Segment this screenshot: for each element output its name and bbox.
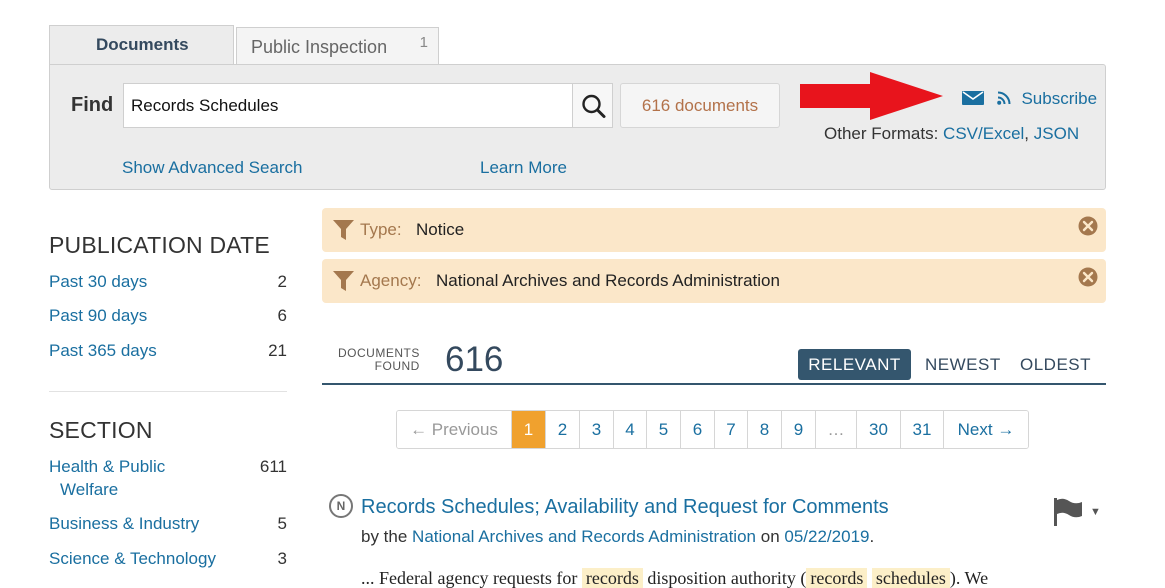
documents-found-count: 616 (445, 340, 504, 379)
envelope-icon (962, 91, 984, 105)
filter-funnel-icon (333, 220, 354, 240)
search-input[interactable] (123, 83, 573, 128)
result-agency-link[interactable]: National Archives and Records Administra… (412, 527, 756, 546)
pagination-page[interactable]: 8 (748, 411, 782, 448)
filter-value: Notice (416, 220, 465, 239)
documents-found-label: DOCUMENTS FOUND (338, 346, 420, 373)
other-formats-label: Other Formats: (824, 124, 939, 143)
pubdate-label: Past 30 days (49, 272, 148, 291)
pagination-ellipsis: … (816, 411, 857, 448)
sidebar-divider (49, 391, 287, 392)
pubdate-label: Past 90 days (49, 306, 148, 325)
filter-funnel-icon (333, 271, 354, 291)
caret-down-icon[interactable]: ▼ (1090, 506, 1101, 518)
show-advanced-search-link[interactable]: Show Advanced Search (122, 158, 303, 178)
publication-date-heading: PUBLICATION DATE (49, 232, 270, 258)
other-formats: Other Formats: CSV/Excel, JSON (824, 124, 1080, 143)
section-label: Health & Public (49, 457, 166, 476)
section-count: 3 (277, 549, 287, 568)
pagination-page[interactable]: 31 (901, 411, 944, 448)
pagination-page[interactable]: 4 (614, 411, 647, 448)
remove-filter-icon[interactable] (1078, 216, 1098, 236)
section-count: 5 (277, 514, 287, 533)
learn-more-link[interactable]: Learn More (480, 158, 567, 178)
sort-oldest-link[interactable]: OLDEST (1020, 355, 1091, 375)
result-byline: by the National Archives and Records Adm… (361, 527, 875, 546)
filter-key: Agency: (360, 271, 422, 290)
tab-documents[interactable]: Documents (49, 25, 234, 65)
red-arrow-annotation (800, 72, 943, 120)
document-count-button[interactable]: 616 documents (620, 83, 780, 128)
pagination-page[interactable]: 6 (681, 411, 715, 448)
filter-value: National Archives and Records Administra… (436, 271, 780, 290)
section-label-line2: Welfare (60, 480, 119, 499)
sort-relevant-button[interactable]: RELEVANT (798, 349, 911, 380)
remove-filter-icon[interactable] (1078, 267, 1098, 287)
tab-public-inspection-count: 1 (419, 34, 428, 51)
filter-key: Type: (360, 220, 402, 239)
sort-newest-link[interactable]: NEWEST (925, 355, 1001, 375)
pagination-page[interactable]: 7 (715, 411, 748, 448)
section-item-science[interactable]: Science & Technology 3 (49, 549, 287, 569)
result-title-link[interactable]: Records Schedules; Availability and Requ… (361, 496, 889, 519)
pubdate-count: 6 (277, 306, 287, 325)
pagination-page[interactable]: 9 (782, 411, 816, 448)
pagination-previous[interactable]: ← Previous (397, 411, 512, 448)
tab-public-inspection-label: Public Inspection (251, 37, 388, 57)
pagination-page[interactable]: 1 (512, 411, 546, 448)
search-button[interactable] (572, 83, 613, 128)
results-header-rule (322, 383, 1106, 385)
pubdate-count: 21 (268, 341, 287, 360)
result-excerpt: ... Federal agency requests for records … (361, 568, 989, 588)
section-item-business[interactable]: Business & Industry 5 (49, 514, 287, 534)
subscribe-label: Subscribe (1021, 89, 1098, 108)
pubdate-item-past-365[interactable]: Past 365 days 21 (49, 341, 287, 361)
section-label: Business & Industry (49, 514, 200, 533)
rss-icon (996, 91, 1011, 105)
filter-type: Type: Notice (322, 208, 1106, 252)
section-label: Science & Technology (49, 549, 216, 568)
pagination-page[interactable]: 5 (647, 411, 681, 448)
flag-icon[interactable] (1052, 497, 1084, 527)
pubdate-item-past-90[interactable]: Past 90 days 6 (49, 306, 287, 326)
tab-public-inspection[interactable]: Public Inspection 1 (236, 27, 439, 65)
pubdate-label: Past 365 days (49, 341, 157, 360)
search-icon (582, 94, 606, 118)
section-count: 611 (259, 457, 287, 476)
pagination-next[interactable]: Next → (944, 411, 1028, 448)
format-json-link[interactable]: JSON (1034, 124, 1079, 143)
pagination: ← Previous 1 2 3 4 5 6 7 8 9 … 30 31 Nex… (396, 410, 1029, 449)
pagination-page[interactable]: 2 (546, 411, 580, 448)
notice-badge-icon: N (329, 494, 353, 518)
find-label: Find (71, 94, 114, 116)
tab-documents-label: Documents (96, 35, 189, 54)
pagination-page[interactable]: 3 (580, 411, 614, 448)
pagination-page[interactable]: 30 (857, 411, 901, 448)
result-date-link[interactable]: 05/22/2019 (784, 527, 869, 546)
pubdate-item-past-30[interactable]: Past 30 days 2 (49, 272, 287, 292)
section-item-health[interactable]: Health & Public 611 Welfare (49, 457, 287, 500)
section-heading: SECTION (49, 417, 153, 443)
subscribe-link[interactable]: Subscribe (962, 89, 1097, 109)
filter-agency: Agency: National Archives and Records Ad… (322, 259, 1106, 303)
format-csv-link[interactable]: CSV/Excel (943, 124, 1024, 143)
pubdate-count: 2 (277, 272, 287, 291)
